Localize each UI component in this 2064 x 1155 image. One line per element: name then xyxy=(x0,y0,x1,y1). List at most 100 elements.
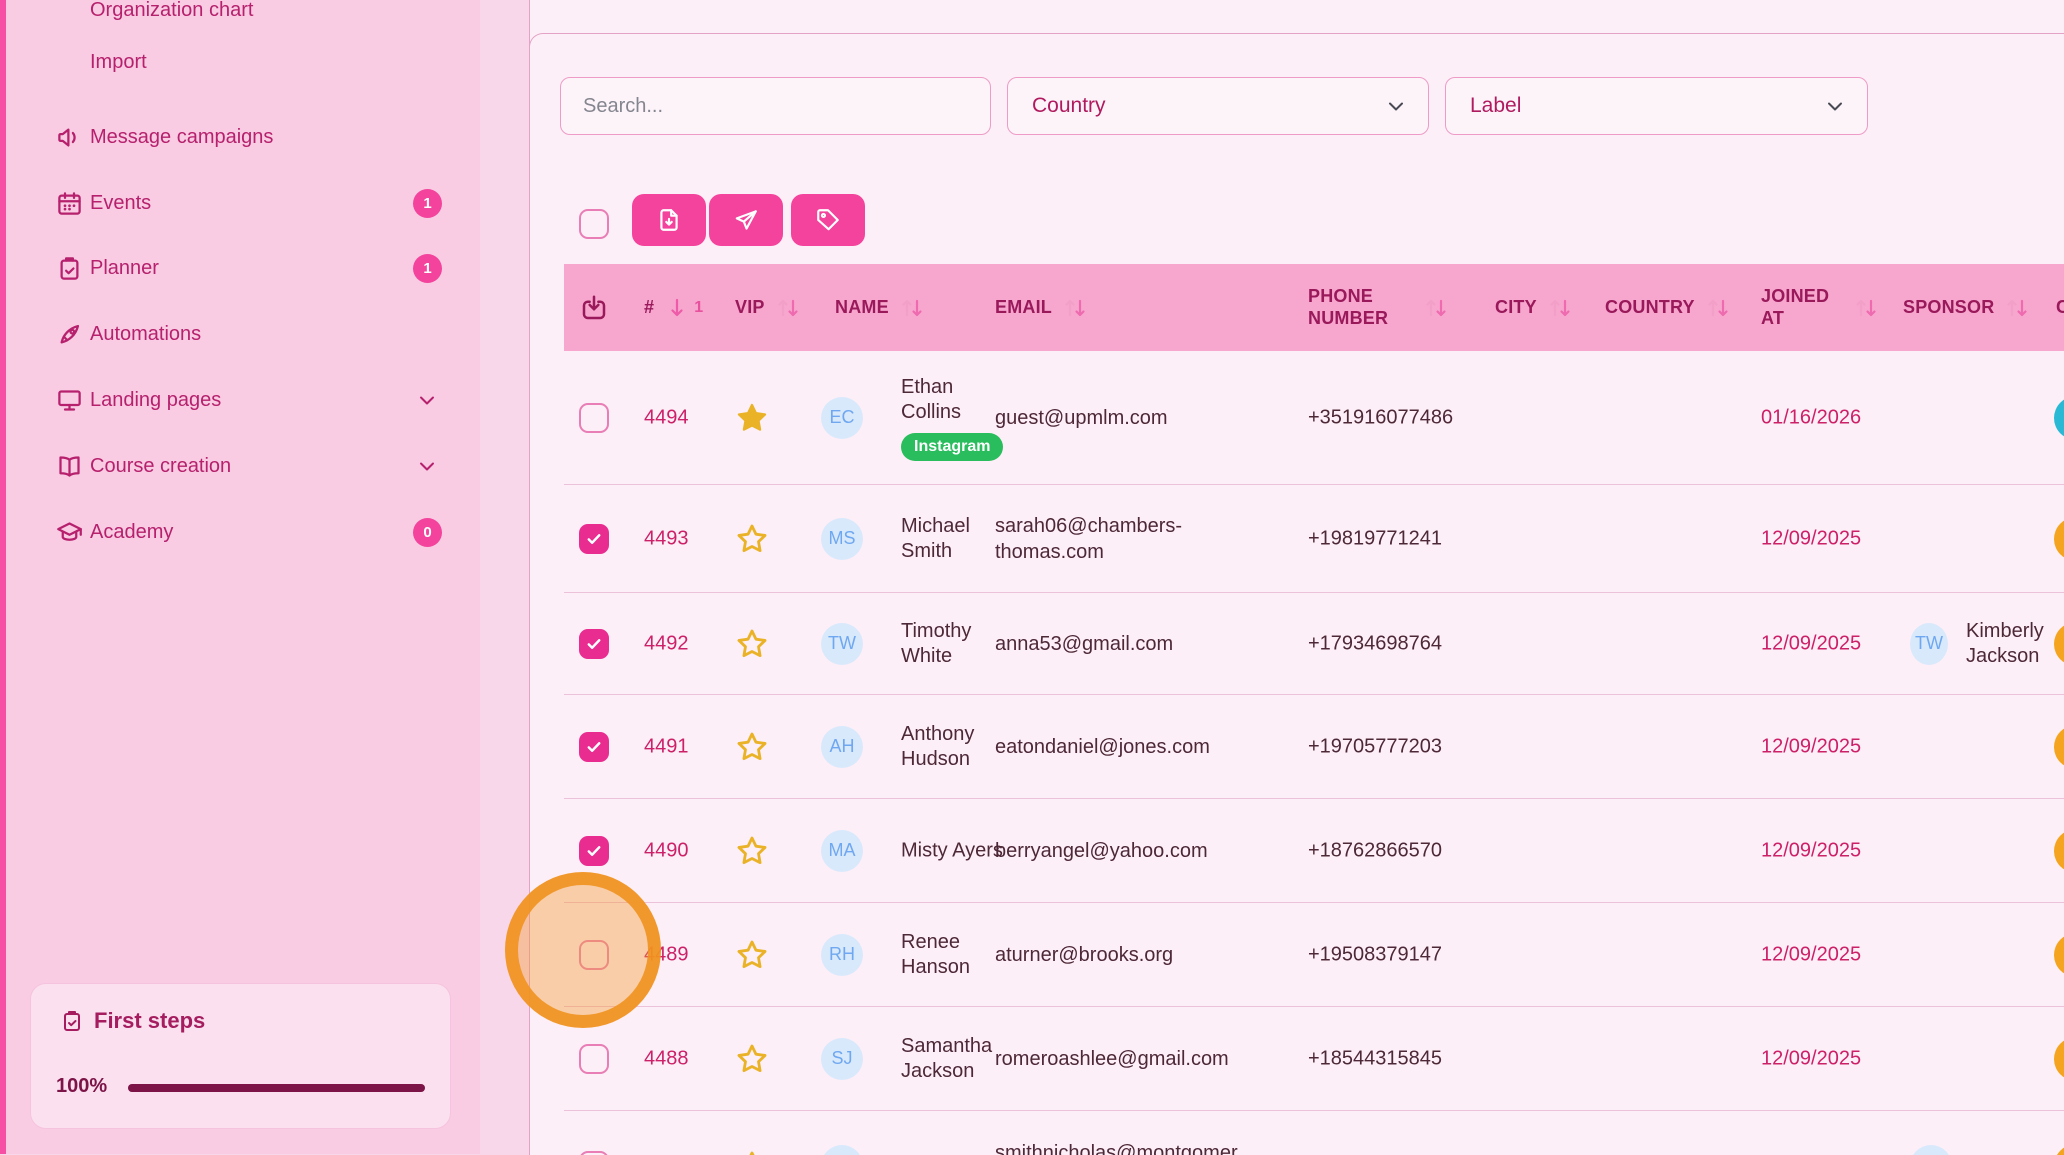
column-header-joined at[interactable]: JOINED AT xyxy=(1761,264,1879,351)
contact-phone: +19819771241 xyxy=(1308,527,1442,550)
chevron-down-icon xyxy=(415,454,439,478)
sidebar-item-planner[interactable]: Planner1 xyxy=(6,246,480,290)
table-header: #1 VIP NAME EMAIL PHONE NUMBER CITY COUNTRY JOI… xyxy=(564,264,2064,351)
sponsor-cell: TWKimberly Jackson xyxy=(1910,619,2064,669)
send-message-button[interactable] xyxy=(709,194,783,246)
column-label: SPONSOR xyxy=(1903,297,1994,319)
contact-id-link[interactable]: 4493 xyxy=(644,527,689,550)
vip-star-icon[interactable] xyxy=(735,401,769,435)
column-header-email[interactable]: EMAIL xyxy=(995,264,1088,351)
column-label: CITY xyxy=(1495,297,1537,319)
column-header-country[interactable]: COUNTRY xyxy=(1605,264,1731,351)
vip-star-icon[interactable] xyxy=(735,522,769,556)
monitor-icon xyxy=(56,387,83,414)
sidebar-item-label: Message campaigns xyxy=(90,126,273,149)
avatar: MA xyxy=(821,830,863,872)
avatar: MS xyxy=(821,518,863,560)
vip-star-icon[interactable] xyxy=(735,938,769,972)
sort-updown-icon xyxy=(1705,295,1731,321)
contact-name: Ethan CollinsInstagram xyxy=(901,375,1006,461)
contact-email: smithnicholas@montgomery- xyxy=(995,1140,1245,1155)
sidebar-item-course-creation[interactable]: Course creation xyxy=(6,444,480,488)
sort-updown-icon xyxy=(899,295,925,321)
contact-id-link[interactable]: 4489 xyxy=(644,943,689,966)
sidebar-item-landing-pages[interactable]: Landing pages xyxy=(6,378,480,422)
row-checkbox[interactable] xyxy=(579,629,609,659)
row-checkbox[interactable] xyxy=(579,732,609,762)
table-row[interactable]: 4491AHAnthony Hudsoneatondaniel@jones.co… xyxy=(564,695,2064,799)
row-checkbox[interactable] xyxy=(579,403,609,433)
avatar: SJ xyxy=(821,1038,863,1080)
export-contacts-button[interactable] xyxy=(632,194,706,246)
clipped-avatar xyxy=(2054,396,2064,440)
vip-star-icon[interactable] xyxy=(735,834,769,868)
calendar-icon xyxy=(56,190,83,217)
contact-name: Michael Smith xyxy=(901,514,1006,564)
contact-email: eatondaniel@jones.com xyxy=(995,734,1210,760)
sidebar-subitem-organization-chart[interactable]: Organization chart xyxy=(90,0,253,24)
contact-name: Anthony Hudson xyxy=(901,722,1006,772)
sidebar-item-automations[interactable]: Automations xyxy=(6,312,480,356)
file-download-icon xyxy=(656,207,682,233)
sidebar: Organization chart Import Message campaig… xyxy=(6,0,480,1154)
contact-phone: +19508379147 xyxy=(1308,943,1442,966)
table-row[interactable]: 4488SJSamantha Jacksonromeroashlee@gmail… xyxy=(564,1007,2064,1111)
column-header-name[interactable]: NAME xyxy=(835,264,925,351)
joined-date: 12/09/2025 xyxy=(1761,943,1861,966)
contact-id-link[interactable]: 4491 xyxy=(644,735,689,758)
column-header-select[interactable] xyxy=(579,264,609,351)
contact-name-text: Ethan Collins xyxy=(901,375,1006,425)
sort-updown-icon xyxy=(2004,295,2030,321)
contact-id-link[interactable]: 4490 xyxy=(644,839,689,862)
row-checkbox[interactable] xyxy=(579,940,609,970)
contact-name-text: Renee Hanson xyxy=(901,930,1006,980)
table-row[interactable]: 4494ECEthan CollinsInstagramguest@upmlm.… xyxy=(564,351,2064,485)
column-header-sponsor[interactable]: SPONSOR xyxy=(1903,264,2030,351)
table-row[interactable]: 4490MAMisty Ayersberryangel@yahoo.com+18… xyxy=(564,799,2064,903)
country-select[interactable]: Country xyxy=(1007,77,1429,135)
vip-star-icon[interactable] xyxy=(735,1042,769,1076)
table-row[interactable]: 4487NANicolesmithnicholas@montgomery-+18… xyxy=(564,1111,2064,1155)
column-header-c[interactable]: C xyxy=(2056,264,2064,351)
contact-phone: +17934698764 xyxy=(1308,632,1442,655)
column-header-phone number[interactable]: PHONE NUMBER xyxy=(1308,264,1449,351)
table-row[interactable]: 4493MSMichael Smithsarah06@chambers-thom… xyxy=(564,485,2064,593)
row-checkbox[interactable] xyxy=(579,1044,609,1074)
contact-id-link[interactable]: 4488 xyxy=(644,1047,689,1070)
vip-star-icon[interactable] xyxy=(735,627,769,661)
contact-id-link[interactable]: 4492 xyxy=(644,632,689,655)
column-header-city[interactable]: CITY xyxy=(1495,264,1573,351)
assign-label-button[interactable] xyxy=(791,194,865,246)
select-all-checkbox[interactable] xyxy=(579,209,609,239)
column-header-#[interactable]: #1 xyxy=(644,264,703,351)
label-select[interactable]: Label xyxy=(1445,77,1868,135)
vip-star-icon[interactable] xyxy=(735,730,769,764)
progress-percent-label: 100% xyxy=(56,1075,107,1098)
table-row[interactable]: 4489RHRenee Hansonaturner@brooks.org+195… xyxy=(564,903,2064,1007)
contact-name-text: Timothy White xyxy=(901,619,1006,669)
column-label: # xyxy=(644,297,654,319)
contact-name: Misty Ayers xyxy=(901,838,1003,863)
clipped-avatar xyxy=(2054,1144,2064,1155)
sidebar-item-message-campaigns[interactable]: Message campaigns xyxy=(6,115,480,159)
contact-name: Timothy White xyxy=(901,619,1006,669)
sidebar-item-academy[interactable]: Academy0 xyxy=(6,510,480,554)
row-checkbox[interactable] xyxy=(579,836,609,866)
joined-date: 12/09/2025 xyxy=(1761,632,1861,655)
check-icon xyxy=(585,530,603,548)
sidebar-item-badge: 1 xyxy=(413,254,442,283)
row-checkbox[interactable] xyxy=(579,524,609,554)
vip-star-icon[interactable] xyxy=(735,1149,769,1155)
contact-id-link[interactable]: 4494 xyxy=(644,406,689,429)
search-input[interactable] xyxy=(560,77,991,135)
sidebar-subitem-import[interactable]: Import xyxy=(90,48,147,76)
table-row[interactable]: 4492TWTimothy Whiteanna53@gmail.com+1793… xyxy=(564,593,2064,695)
row-checkbox[interactable] xyxy=(579,1151,609,1155)
column-label: PHONE NUMBER xyxy=(1308,286,1413,329)
first-steps-card[interactable]: First steps 100% xyxy=(30,983,451,1129)
tag-icon xyxy=(815,207,841,233)
column-header-vip[interactable]: VIP xyxy=(735,264,801,351)
joined-date: 01/16/2026 xyxy=(1761,406,1861,429)
label-select-value: Label xyxy=(1470,94,1521,118)
sidebar-item-events[interactable]: Events1 xyxy=(6,181,480,225)
